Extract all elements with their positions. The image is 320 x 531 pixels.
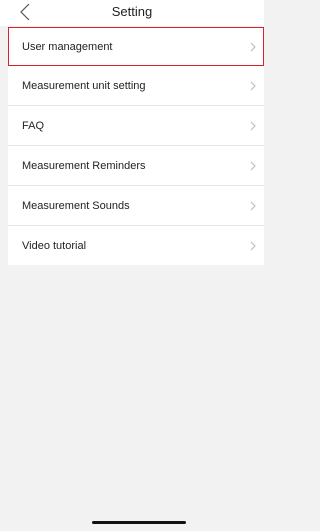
page-title: Setting: [111, 4, 153, 19]
menu-item-label: Measurement unit setting: [22, 79, 146, 92]
header-bar: Setting: [0, 0, 264, 26]
menu-item-measurement-sounds[interactable]: Measurement Sounds: [8, 186, 264, 226]
chevron-right-icon: [250, 161, 256, 170]
menu-item-label: FAQ: [22, 119, 45, 132]
chevron-right-icon: [250, 42, 256, 51]
menu-item-label: User management: [22, 40, 113, 53]
menu-item-label: Measurement Reminders: [22, 159, 146, 172]
menu-item-video-tutorial[interactable]: Video tutorial: [8, 226, 264, 265]
settings-list: User management Measurement unit setting…: [8, 27, 264, 265]
menu-item-faq[interactable]: FAQ: [8, 106, 264, 146]
menu-item-user-management[interactable]: User management: [8, 27, 264, 66]
chevron-right-icon: [250, 241, 256, 250]
chevron-right-icon: [250, 201, 256, 210]
menu-item-label: Measurement Sounds: [22, 199, 130, 212]
chevron-right-icon: [250, 121, 256, 130]
chevron-right-icon: [250, 81, 256, 90]
home-indicator[interactable]: [92, 521, 186, 524]
menu-item-measurement-reminders[interactable]: Measurement Reminders: [8, 146, 264, 186]
menu-item-measurement-unit-setting[interactable]: Measurement unit setting: [8, 66, 264, 106]
menu-item-label: Video tutorial: [22, 239, 87, 252]
